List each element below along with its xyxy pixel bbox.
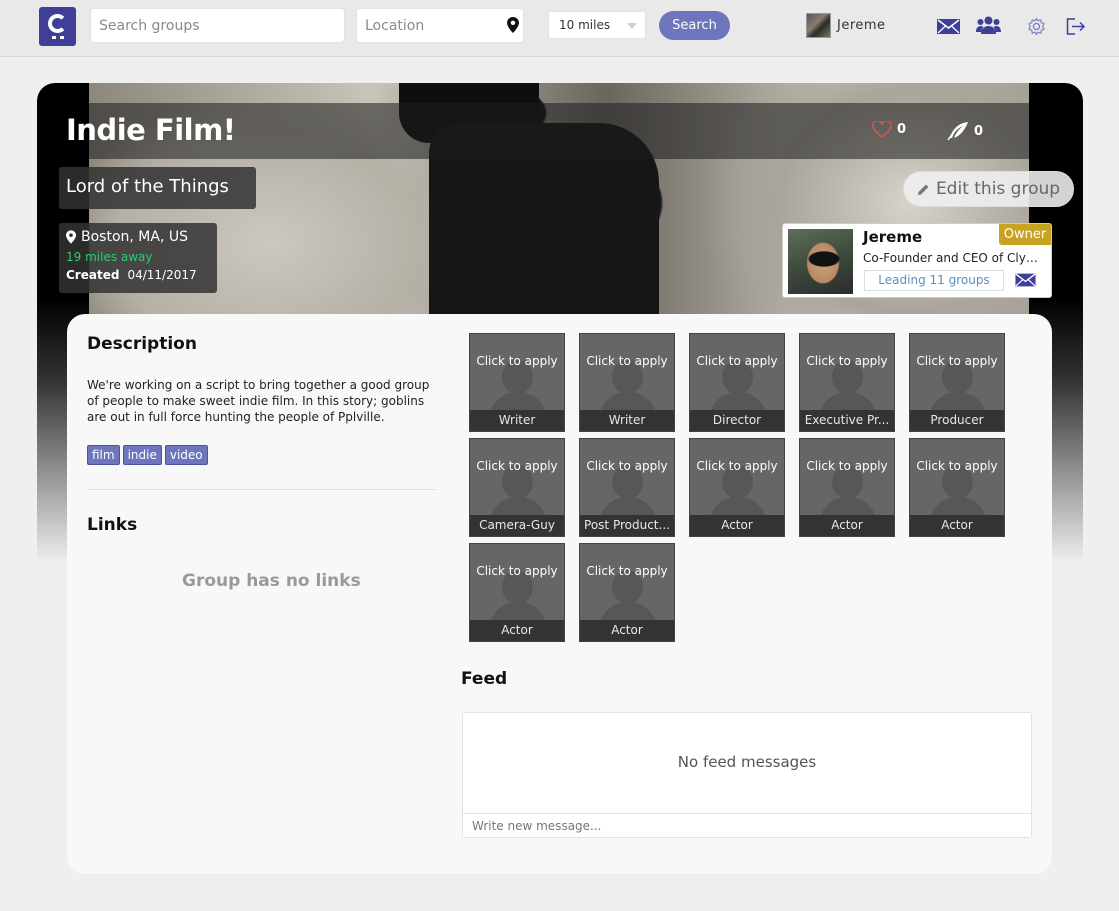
role-title: Camera-Guy <box>470 515 564 536</box>
likes-count: 0 <box>897 122 907 137</box>
description-heading: Description <box>87 334 197 354</box>
created-date-line: Created 04/11/2017 <box>66 268 217 282</box>
posts-count: 0 <box>974 123 984 139</box>
group-location: Boston, MA, US <box>81 229 188 245</box>
role-card[interactable]: Click to apply Camera-Guy <box>469 438 565 537</box>
tag-film[interactable]: film <box>87 445 120 465</box>
owner-leading-groups-link[interactable]: Leading 11 groups <box>864 270 1004 291</box>
role-card[interactable]: Click to apply Actor <box>689 438 785 537</box>
feather-icon <box>947 122 968 141</box>
role-title: Director <box>690 410 784 431</box>
role-apply-label: Click to apply <box>806 354 888 368</box>
description-text: We're working on a script to bring toget… <box>87 378 430 424</box>
role-apply-label: Click to apply <box>916 354 998 368</box>
owner-name[interactable]: Jereme <box>863 228 922 246</box>
role-card[interactable]: Click to apply Producer <box>909 333 1005 432</box>
role-card[interactable]: Click to apply Executive Pr... <box>799 333 895 432</box>
role-card[interactable]: Click to apply Writer <box>579 333 675 432</box>
role-apply-label: Click to apply <box>696 459 778 473</box>
nav-user-name: Jereme <box>837 18 886 33</box>
group-subtitle: Lord of the Things <box>59 167 256 209</box>
tag-video[interactable]: video <box>164 445 208 465</box>
chevron-down-icon <box>627 23 637 29</box>
role-title: Actor <box>690 515 784 536</box>
role-apply-label: Click to apply <box>696 354 778 368</box>
pencil-icon <box>917 184 929 195</box>
tag-list: film indie video <box>87 445 208 465</box>
gear-icon[interactable] <box>1027 17 1046 36</box>
logo-c-shape <box>48 14 67 33</box>
no-feed-message: No feed messages <box>677 753 817 771</box>
owner-role: Co-Founder and CEO of Clyqu... <box>863 251 1045 265</box>
location-input[interactable] <box>356 8 524 43</box>
owner-avatar[interactable] <box>788 229 853 294</box>
edit-group-button[interactable]: Edit this group <box>903 171 1074 207</box>
groups-icon[interactable] <box>976 16 1001 34</box>
group-title: Indie Film! <box>66 113 236 147</box>
role-card[interactable]: Click to apply Director <box>689 333 785 432</box>
role-title: Actor <box>910 515 1004 536</box>
role-title: Actor <box>470 620 564 641</box>
role-title: Post Product... <box>580 515 674 536</box>
role-title: Writer <box>580 410 674 431</box>
tag-indie[interactable]: indie <box>122 445 162 465</box>
likes-stat[interactable]: 0 <box>872 121 906 138</box>
role-card[interactable]: Click to apply Writer <box>469 333 565 432</box>
role-card[interactable]: Click to apply Actor <box>579 543 675 642</box>
role-card[interactable]: Click to apply Actor <box>799 438 895 537</box>
distance-select-value: 10 miles <box>559 18 611 32</box>
search-groups-input[interactable] <box>90 8 345 43</box>
distance-select[interactable]: 10 miles <box>548 11 646 39</box>
owner-card: Jereme Owner Co-Founder and CEO of Clyqu… <box>782 223 1052 298</box>
role-apply-label: Click to apply <box>586 354 668 368</box>
role-title: Actor <box>800 515 894 536</box>
role-card[interactable]: Click to apply Actor <box>909 438 1005 537</box>
search-button[interactable]: Search <box>659 11 730 40</box>
feed-panel: No feed messages <box>462 712 1032 838</box>
role-apply-label: Click to apply <box>476 459 558 473</box>
logout-icon[interactable] <box>1066 18 1086 35</box>
group-distance: 19 miles away <box>66 250 153 264</box>
new-message-input[interactable] <box>463 813 1031 837</box>
message-owner-envelope-icon[interactable] <box>1015 273 1036 287</box>
role-apply-label: Click to apply <box>476 354 558 368</box>
role-apply-label: Click to apply <box>586 459 668 473</box>
map-marker-icon <box>66 230 76 244</box>
role-apply-label: Click to apply <box>916 459 998 473</box>
no-links-message: Group has no links <box>182 571 361 591</box>
role-title: Actor <box>580 620 674 641</box>
links-heading: Links <box>87 515 138 535</box>
group-details-card: Description We're working on a script to… <box>67 314 1052 874</box>
location-pin-icon[interactable] <box>507 17 519 33</box>
logo-dots <box>52 36 64 39</box>
created-date: 04/11/2017 <box>127 268 197 282</box>
envelope-icon[interactable] <box>937 19 960 34</box>
created-label: Created <box>66 268 120 282</box>
section-divider <box>87 489 437 490</box>
top-navbar: 10 miles Search Jereme <box>0 0 1119 57</box>
owner-badge: Owner <box>999 224 1051 245</box>
app-logo[interactable] <box>39 7 76 46</box>
role-title: Producer <box>910 410 1004 431</box>
avatar <box>806 13 831 38</box>
heart-icon[interactable] <box>872 121 892 138</box>
role-apply-label: Click to apply <box>586 564 668 578</box>
feed-heading: Feed <box>461 669 508 689</box>
role-card[interactable]: Click to apply Actor <box>469 543 565 642</box>
role-apply-label: Click to apply <box>806 459 888 473</box>
role-card[interactable]: Click to apply Post Product... <box>579 438 675 537</box>
posts-stat[interactable]: 0 <box>947 121 983 141</box>
role-title: Executive Pr... <box>800 410 894 431</box>
nav-user-profile[interactable]: Jereme <box>806 13 886 38</box>
location-info-box: Boston, MA, US 19 miles away Created 04/1… <box>59 223 217 293</box>
role-apply-label: Click to apply <box>476 564 558 578</box>
role-title: Writer <box>470 410 564 431</box>
edit-group-label: Edit this group <box>935 179 1061 199</box>
